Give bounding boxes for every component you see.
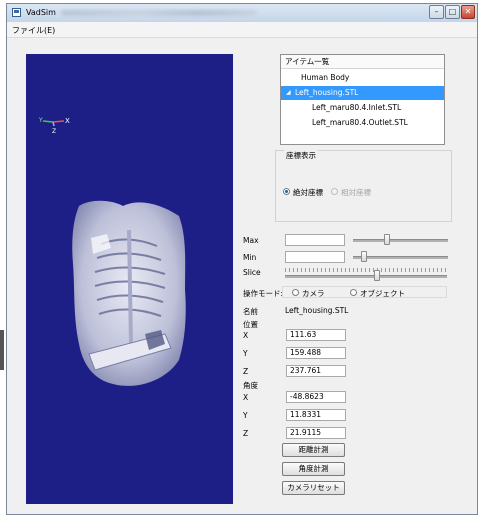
min-input[interactable] [285,251,345,263]
name-label: 名前 [243,307,258,316]
minimize-button[interactable]: – [429,5,444,19]
absolute-coords-radio[interactable] [283,188,290,195]
angle-z-label: Z [243,429,249,438]
position-x-label: X [243,331,249,340]
position-label: 位置 [243,320,258,329]
coords-display-title: 座標表示 [284,150,318,161]
max-slider-track[interactable] [353,239,448,242]
distance-measure-button[interactable]: 距離計測 [282,443,345,457]
camera-reset-button[interactable]: カメラリセット [282,481,345,495]
axis-label-z: Z [52,128,56,135]
axis-label-x: X [65,117,70,125]
position-x-input[interactable]: 111.63 [286,329,346,341]
angle-x-input[interactable]: -48.8623 [286,391,346,403]
min-slider-track[interactable] [353,256,448,259]
human-body-model [72,200,186,386]
object-mode-radio[interactable] [350,289,357,296]
tree-item-human-body[interactable]: Human Body [281,71,444,85]
close-button[interactable]: ✕ [461,5,475,19]
tree-item-left-housing[interactable]: ◢ Left_housing.STL [281,86,444,100]
maximize-button[interactable]: □ [445,5,460,19]
max-input[interactable] [285,234,345,246]
camera-mode-radio[interactable] [292,289,299,296]
3d-viewport[interactable]: Y X Z [26,54,233,504]
position-z-label: Z [243,367,249,376]
position-y-input[interactable]: 159.488 [286,347,346,359]
angle-z-input[interactable]: 21.9115 [286,427,346,439]
tree-item-label: Left_housing.STL [295,88,359,97]
slice-slider-track[interactable] [285,275,447,278]
camera-mode-label: カメラ [302,289,325,298]
operation-mode-label: 操作モード: [243,289,284,298]
axis-gizmo: Y X Z [39,117,70,135]
tree-item-outlet[interactable]: Left_maru80.4.Outlet.STL [281,116,444,130]
relative-coords-radio[interactable] [331,188,338,195]
max-slider-thumb[interactable] [384,234,391,245]
axis-label-y: Y [39,117,43,124]
tree-item-label: Human Body [301,73,350,82]
position-z-input[interactable]: 237.761 [286,365,346,377]
menu-bar: ファイル(E) [7,22,477,38]
min-label: Min [243,253,257,262]
min-slider-thumb[interactable] [361,251,368,262]
item-list-header: アイテム一覧 [281,55,444,69]
menu-file[interactable]: ファイル(E) [12,25,55,36]
position-y-label: Y [243,349,248,358]
max-label: Max [243,236,259,245]
angle-label: 角度 [243,381,258,390]
angle-y-input[interactable]: 11.8331 [286,409,346,421]
name-value: Left_housing.STL [285,306,349,315]
expand-arrow-icon[interactable]: ◢ [286,86,291,100]
object-mode-label: オブジェクト [360,289,405,298]
angle-measure-button[interactable]: 角度計測 [282,462,345,476]
tree-item-inlet[interactable]: Left_maru80.4.Inlet.STL [281,101,444,115]
tree-item-label: Left_maru80.4.Inlet.STL [312,103,402,112]
slice-slider-ticks [285,268,447,272]
slice-label: Slice [243,268,261,277]
tree-item-label: Left_maru80.4.Outlet.STL [312,118,408,127]
title-bar[interactable]: VadSim – □ ✕ [7,4,477,22]
absolute-coords-label: 絶対座標 [293,188,323,197]
item-list-tree[interactable]: アイテム一覧 Human Body ◢ Left_housing.STL Lef… [280,54,445,145]
slice-slider-thumb[interactable] [374,270,381,281]
angle-y-label: Y [243,411,248,420]
angle-x-label: X [243,393,249,402]
window-title: VadSim [26,8,56,17]
app-icon [12,8,21,17]
screen-edge-artifact [0,330,4,370]
relative-coords-label: 相対座標 [341,188,371,197]
title-path-blurred [61,10,257,16]
